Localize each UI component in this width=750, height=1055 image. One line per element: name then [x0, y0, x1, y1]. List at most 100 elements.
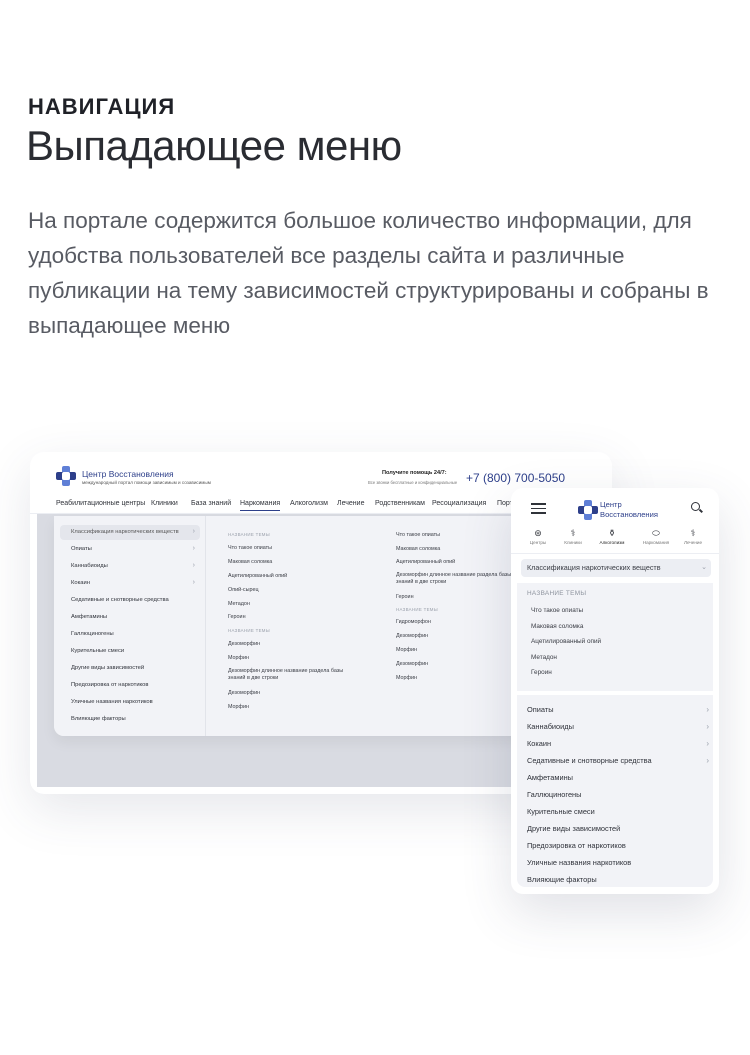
nav-item-relatives[interactable]: Родственникам — [375, 500, 425, 507]
brand-name-line1[interactable]: Центр — [600, 500, 622, 509]
category-select-value: Классификация наркотических веществ — [527, 563, 661, 572]
intro-paragraph: На портале содержится большое количество… — [28, 208, 709, 338]
help-title: Получите помощь 24/7: — [382, 470, 447, 476]
nav-item-treatment[interactable]: Лечение — [337, 500, 364, 507]
category-label: Влияющие факторы — [527, 875, 597, 884]
topic-link[interactable]: Ацетилированный опий — [396, 559, 455, 565]
nav-item-drug-addiction[interactable]: Наркомания — [240, 500, 281, 511]
hamburger-menu-icon[interactable] — [531, 503, 546, 514]
logo-cross-icon[interactable] — [578, 500, 598, 520]
nav-item-resocialization[interactable]: Ресоциализация — [432, 500, 486, 507]
topic-link[interactable]: Дезоморфин длинное название раздела базы… — [228, 668, 360, 682]
tab-clinics[interactable]: ⚕ Клиники — [554, 528, 592, 545]
topic-link[interactable]: Что такое опиаты — [228, 545, 272, 551]
search-icon[interactable] — [691, 502, 703, 514]
category-label: Кокаин — [71, 580, 90, 586]
desktop-header: Центр Восстановления международный порта… — [30, 452, 612, 492]
topic-link[interactable]: Дезоморфин — [396, 661, 428, 667]
category-item[interactable]: Кокаин › — [527, 739, 709, 748]
category-item[interactable]: Седативные и снотворные средства › — [527, 756, 709, 765]
topic-link[interactable]: Что такое опиаты — [396, 532, 440, 538]
pills-icon: ⬭ — [652, 528, 660, 538]
topic-link[interactable]: Метадон — [531, 654, 557, 661]
category-item[interactable]: Амфетамины — [60, 610, 200, 625]
topic-link[interactable]: Маковая соломка — [228, 559, 272, 565]
category-item[interactable]: Галлюциногены — [527, 790, 709, 799]
category-item[interactable]: Другие виды зависимостей — [527, 824, 709, 833]
topic-header: НАЗВАНИЕ ТЕМЫ — [228, 628, 270, 633]
category-select[interactable]: Классификация наркотических веществ ⌄ — [521, 559, 711, 577]
category-label: Седативные и снотворные средства — [71, 597, 169, 603]
topic-link[interactable]: Ацетилированный опий — [228, 573, 287, 579]
category-item[interactable]: Каннабиоиды › — [527, 722, 709, 731]
brand-name-line2[interactable]: Восстановления — [600, 510, 658, 519]
topic-link[interactable]: Морфин — [228, 655, 249, 661]
category-label: Другие виды зависимостей — [71, 665, 145, 671]
category-item[interactable]: Курительные смеси — [60, 644, 200, 659]
topic-link[interactable]: Гидроморфон — [396, 619, 431, 625]
category-item[interactable]: Курительные смеси — [527, 807, 709, 816]
topic-link[interactable]: Что такое опиаты — [531, 607, 583, 614]
topic-link[interactable]: Дезоморфин — [228, 690, 260, 696]
category-item[interactable]: Классификация наркотических веществ › — [60, 525, 200, 540]
category-item[interactable]: Каннабиоиды › — [60, 559, 200, 574]
chevron-right-icon: › — [192, 579, 195, 586]
topic-link[interactable]: Героин — [531, 669, 552, 676]
topic-link[interactable]: Метадон — [228, 601, 250, 607]
tab-label: Центры — [529, 540, 547, 545]
topic-link[interactable]: Героин — [396, 594, 414, 600]
category-item[interactable]: Седативные и снотворные средства — [60, 593, 200, 608]
category-item[interactable]: Влияющие факторы — [527, 875, 709, 884]
category-item[interactable]: Амфетамины — [527, 773, 709, 782]
nav-item-knowledge-base[interactable]: База знаний — [191, 500, 231, 507]
brand-name[interactable]: Центр Восстановления — [82, 469, 174, 479]
category-item[interactable]: Опиаты › — [527, 705, 709, 714]
nav-item-alcoholism[interactable]: Алкоголизм — [290, 500, 328, 507]
category-label: Опиаты — [71, 546, 92, 552]
chevron-right-icon: › — [706, 705, 709, 714]
tab-alcoholism[interactable]: ⚱ Алкоголизм — [593, 528, 631, 545]
nav-item-rehab-centers[interactable]: Реабилитационные центры — [56, 500, 145, 507]
topic-header: НАЗВАНИЕ ТЕМЫ — [228, 532, 270, 537]
chevron-right-icon: › — [192, 562, 195, 569]
nav-item-clinics[interactable]: Клиники — [151, 500, 178, 507]
lifebuoy-icon: ⊛ — [534, 528, 542, 538]
mobile-tab-bar: ⊛ Центры ⚕ Клиники ⚱ Алкоголизм ⬭ Наркомания… — [511, 524, 719, 554]
mobile-topics-panel: НАЗВАНИЕ ТЕМЫ Что такое опиаты Маковая с… — [517, 583, 713, 691]
category-item[interactable]: Предозировка от наркотиков — [60, 678, 200, 693]
category-item[interactable]: Предозировка от наркотиков — [527, 841, 709, 850]
category-label: Курительные смеси — [527, 807, 595, 816]
topic-header: НАЗВАНИЕ ТЕМЫ — [396, 607, 438, 612]
topic-link[interactable]: Маковая соломка — [396, 546, 440, 552]
category-item[interactable]: Уличные названия наркотиков — [527, 858, 709, 867]
topic-link[interactable]: Дезоморфин — [228, 641, 260, 647]
category-item[interactable]: Влияющие факторы — [60, 712, 200, 727]
phone-link[interactable]: +7 (800) 700-5050 — [466, 471, 565, 485]
topic-link[interactable]: Маковая соломка — [531, 623, 583, 630]
topic-link[interactable]: Морфин — [228, 704, 249, 710]
category-item[interactable]: Другие виды зависимостей — [60, 661, 200, 676]
category-item[interactable]: Уличные названия наркотиков — [60, 695, 200, 710]
category-item[interactable]: Кокаин › — [60, 576, 200, 591]
topic-link[interactable]: Героин — [228, 614, 246, 620]
category-item[interactable]: Галлюциногены — [60, 627, 200, 642]
category-item[interactable]: Опиаты › — [60, 542, 200, 557]
topic-link[interactable]: Морфин — [396, 675, 417, 681]
logo-cross-icon[interactable] — [56, 466, 76, 486]
category-label: Опиаты — [527, 705, 554, 714]
page-title: Выпадающее меню — [26, 122, 402, 169]
category-label: Седативные и снотворные средства — [527, 756, 652, 765]
chevron-right-icon: › — [706, 756, 709, 765]
topic-link[interactable]: Дезоморфин — [396, 633, 428, 639]
topic-header: НАЗВАНИЕ ТЕМЫ — [527, 590, 587, 597]
topic-link[interactable]: Морфин — [396, 647, 417, 653]
category-label: Влияющие факторы — [71, 716, 126, 722]
tab-centers[interactable]: ⊛ Центры — [519, 528, 557, 545]
category-label: Уличные названия наркотиков — [527, 858, 632, 867]
topic-link[interactable]: Ацетилированный опий — [531, 638, 601, 645]
topic-link[interactable]: Дезоморфин длинное название раздела базы… — [396, 572, 514, 586]
category-label: Каннабиоиды — [71, 563, 108, 569]
topic-link[interactable]: Опий-сырец — [228, 587, 259, 593]
tab-drug-addiction[interactable]: ⬭ Наркомания — [637, 528, 675, 545]
tab-treatment[interactable]: ⚕ Лечение — [674, 528, 712, 545]
